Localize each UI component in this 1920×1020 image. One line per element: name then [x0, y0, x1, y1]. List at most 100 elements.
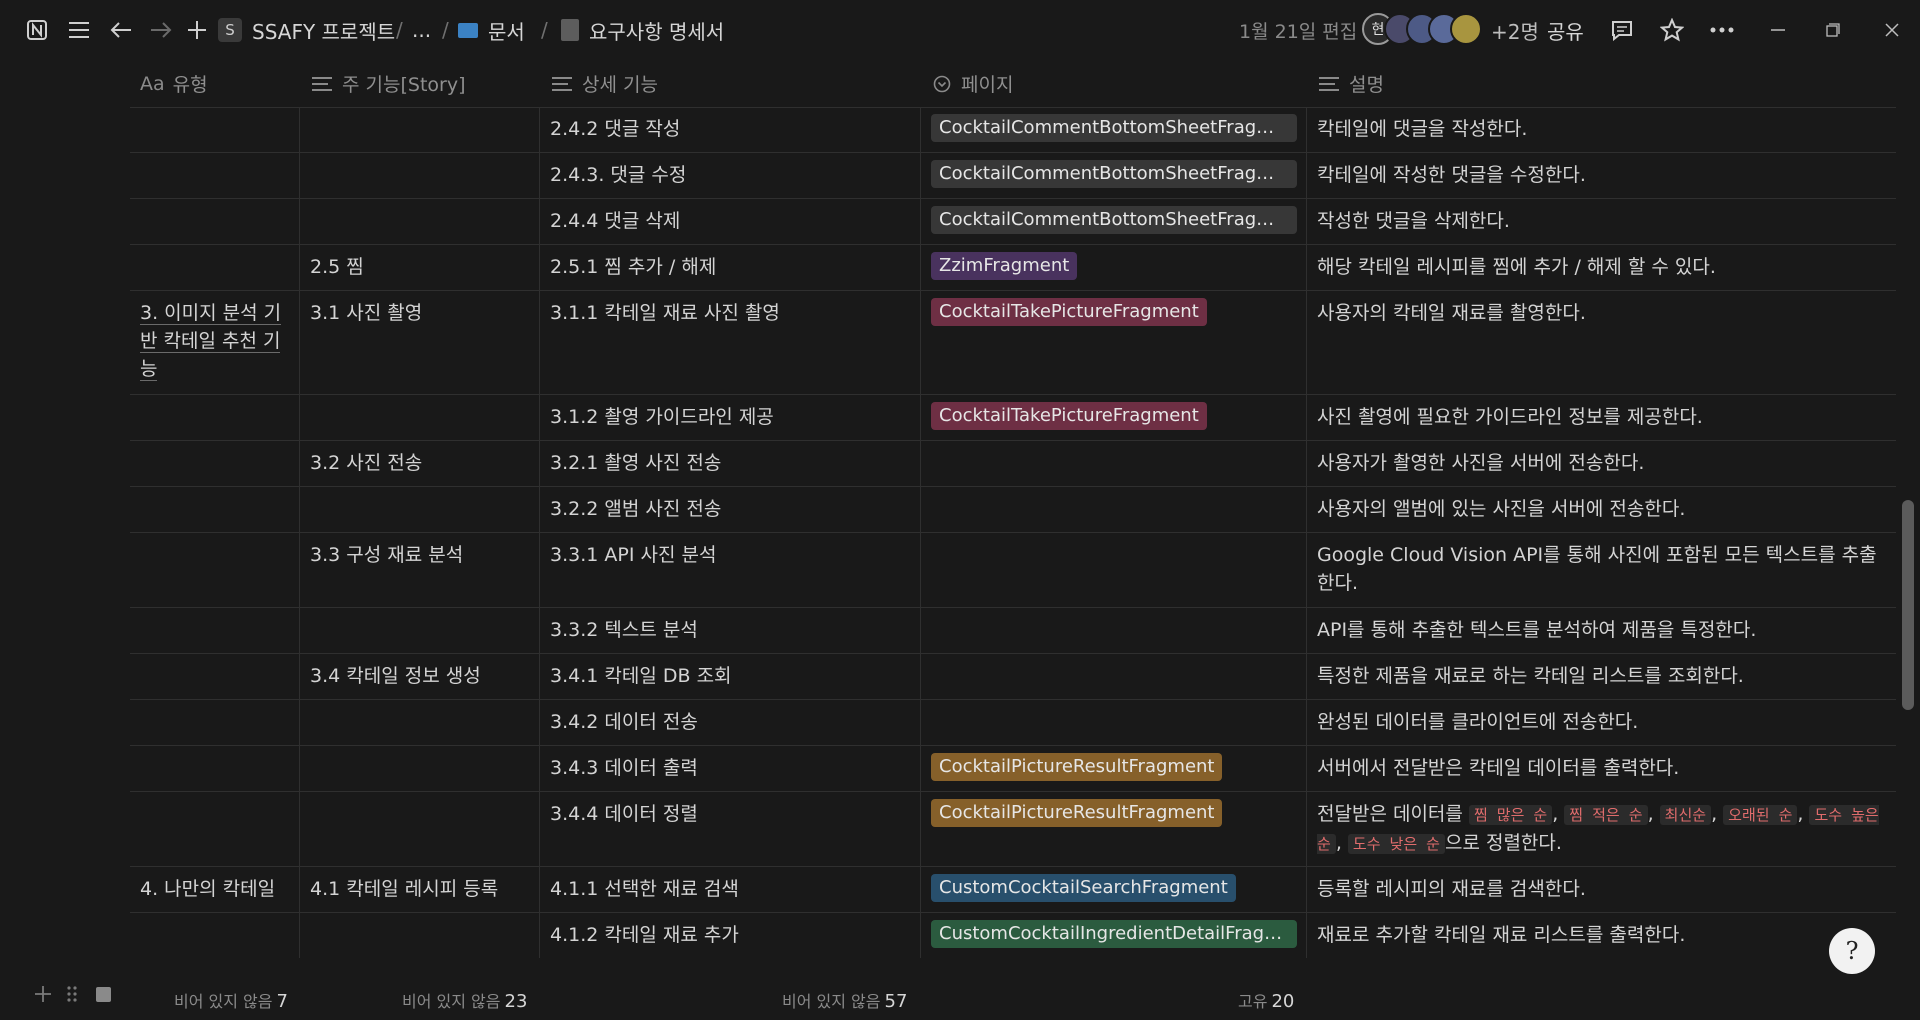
detail-feature-cell[interactable]: 2.4.4 댓글 삭제	[540, 199, 921, 244]
page-cell[interactable]: CustomCocktailSearchFragment	[921, 867, 1307, 912]
table-row[interactable]: 3. 이미지 분석 기반 칵테일 추천 기능 3.1 사진 촬영 3.1.1 칵…	[130, 291, 1896, 395]
table-row[interactable]: 3.3.2 텍스트 분석 API를 통해 추출한 텍스트를 분석하여 제품을 특…	[130, 608, 1896, 654]
description-cell[interactable]: 등록할 레시피의 재료를 검색한다.	[1307, 867, 1896, 912]
column-header-description[interactable]: 설명	[1319, 60, 1384, 107]
page-cell[interactable]: CocktailPictureResultFragment	[921, 792, 1307, 866]
description-cell[interactable]: 사진 촬영에 필요한 가이드라인 정보를 제공한다.	[1307, 395, 1896, 440]
plus-icon[interactable]	[182, 15, 212, 45]
detail-feature-cell[interactable]: 3.2.2 앨범 사진 전송	[540, 487, 921, 532]
type-cell[interactable]	[130, 654, 300, 699]
type-cell[interactable]	[130, 199, 300, 244]
table-row[interactable]: 2.4.4 댓글 삭제 CocktailCommentBottomSheetFr…	[130, 199, 1896, 245]
page-cell[interactable]: CustomCocktailIngredientDetailFragm...	[921, 913, 1307, 958]
page-cell[interactable]	[921, 608, 1307, 653]
column-header-type[interactable]: Aa 유형	[140, 60, 208, 107]
main-feature-cell[interactable]	[300, 199, 540, 244]
back-arrow-icon[interactable]	[106, 15, 136, 45]
calc-type[interactable]: 비어 있지 않음 7	[174, 988, 288, 1012]
help-button[interactable]: ?	[1829, 928, 1875, 974]
detail-feature-cell[interactable]: 2.4.3. 댓글 수정	[540, 153, 921, 198]
page-cell[interactable]: CocktailTakePictureFragment	[921, 395, 1307, 440]
detail-feature-cell[interactable]: 3.3.2 텍스트 분석	[540, 608, 921, 653]
main-feature-cell[interactable]: 3.2 사진 전송	[300, 441, 540, 486]
table-row[interactable]: 3.4.2 데이터 전송 완성된 데이터를 클라이언트에 전송한다.	[130, 700, 1896, 746]
detail-feature-cell[interactable]: 3.4.3 데이터 출력	[540, 746, 921, 791]
detail-feature-cell[interactable]: 2.4.2 댓글 작성	[540, 107, 921, 152]
minimize-icon[interactable]	[1763, 15, 1793, 45]
breadcrumb-ellipsis[interactable]: ...	[412, 16, 431, 44]
main-feature-cell[interactable]	[300, 700, 540, 745]
type-cell[interactable]	[130, 700, 300, 745]
row-checkbox[interactable]	[96, 987, 111, 1002]
type-cell[interactable]: 4. 나만의 칵테일	[130, 867, 300, 912]
type-cell[interactable]	[130, 395, 300, 440]
breadcrumb-page[interactable]: 요구사항 명세서	[561, 16, 724, 44]
close-icon[interactable]	[1877, 15, 1907, 45]
description-cell[interactable]: 사용자가 촬영한 사진을 서버에 전송한다.	[1307, 441, 1896, 486]
hamburger-menu-icon[interactable]	[64, 15, 94, 45]
table-row[interactable]: 3.3 구성 재료 분석 3.3.1 API 사진 분석 Google Clou…	[130, 533, 1896, 608]
type-cell[interactable]	[130, 245, 300, 290]
detail-feature-cell[interactable]: 3.4.1 칵테일 DB 조회	[540, 654, 921, 699]
detail-feature-cell[interactable]: 3.4.4 데이터 정렬	[540, 792, 921, 866]
page-cell[interactable]: CocktailCommentBottomSheetFragment	[921, 199, 1307, 244]
table-row[interactable]: 2.4.2 댓글 작성 CocktailCommentBottomSheetFr…	[130, 107, 1896, 153]
main-feature-cell[interactable]	[300, 746, 540, 791]
page-cell[interactable]	[921, 700, 1307, 745]
main-feature-cell[interactable]	[300, 153, 540, 198]
page-cell[interactable]: ZzimFragment	[921, 245, 1307, 290]
table-row[interactable]: 3.4 칵테일 정보 생성 3.4.1 칵테일 DB 조회 특정한 제품을 재료…	[130, 654, 1896, 700]
type-cell[interactable]	[130, 792, 300, 866]
description-cell[interactable]: 해당 칵테일 레시피를 찜에 추가 / 해제 할 수 있다.	[1307, 245, 1896, 290]
table-row[interactable]: 2.5 찜 2.5.1 찜 추가 / 해제 ZzimFragment 해당 칵테…	[130, 245, 1896, 291]
detail-feature-cell[interactable]: 3.2.1 촬영 사진 전송	[540, 441, 921, 486]
type-cell[interactable]	[130, 533, 300, 607]
breadcrumb-folder[interactable]: 문서	[458, 16, 525, 44]
more-icon[interactable]	[1707, 15, 1737, 45]
table-row[interactable]: 3.4.3 데이터 출력 CocktailPictureResultFragme…	[130, 746, 1896, 792]
column-header-main-feature[interactable]: 주 기능[Story]	[312, 60, 466, 107]
description-cell[interactable]: Google Cloud Vision API를 통해 사진에 포함된 모든 텍…	[1307, 533, 1896, 607]
table-row[interactable]: 4.1.2 칵테일 재료 추가 CustomCocktailIngredient…	[130, 913, 1896, 958]
detail-feature-cell[interactable]: 2.5.1 찜 추가 / 해제	[540, 245, 921, 290]
main-feature-cell[interactable]	[300, 913, 540, 958]
table-row[interactable]: 2.4.3. 댓글 수정 CocktailCommentBottomSheetF…	[130, 153, 1896, 199]
main-feature-cell[interactable]: 3.1 사진 촬영	[300, 291, 540, 394]
forward-arrow-icon[interactable]	[146, 15, 176, 45]
detail-feature-cell[interactable]: 3.4.2 데이터 전송	[540, 700, 921, 745]
type-cell[interactable]	[130, 608, 300, 653]
description-cell[interactable]: 사용자의 앨범에 있는 사진을 서버에 전송한다.	[1307, 487, 1896, 532]
page-cell[interactable]: CocktailCommentBottomSheetFragment	[921, 107, 1307, 152]
page-cell[interactable]: CocktailPictureResultFragment	[921, 746, 1307, 791]
detail-feature-cell[interactable]: 3.1.1 칵테일 재료 사진 촬영	[540, 291, 921, 394]
table-row[interactable]: 3.1.2 촬영 가이드라인 제공 CocktailTakePictureFra…	[130, 395, 1896, 441]
breadcrumb-workspace[interactable]: S SSAFY 프로젝트	[218, 16, 395, 44]
drag-handle-icon[interactable]	[66, 985, 78, 1007]
description-cell[interactable]: 완성된 데이터를 클라이언트에 전송한다.	[1307, 700, 1896, 745]
main-feature-cell[interactable]	[300, 487, 540, 532]
restore-icon[interactable]	[1818, 15, 1848, 45]
description-cell[interactable]: 재료로 추가할 칵테일 재료 리스트를 출력한다.	[1307, 913, 1896, 958]
table-row[interactable]: 3.4.4 데이터 정렬 CocktailPictureResultFragme…	[130, 792, 1896, 867]
comment-icon[interactable]	[1607, 15, 1637, 45]
description-cell[interactable]: 작성한 댓글을 삭제한다.	[1307, 199, 1896, 244]
page-cell[interactable]: CocktailTakePictureFragment	[921, 291, 1307, 394]
column-header-page[interactable]: 페이지	[933, 60, 1013, 107]
table-row[interactable]: 3.2.2 앨범 사진 전송 사용자의 앨범에 있는 사진을 서버에 전송한다.	[130, 487, 1896, 533]
type-cell[interactable]	[130, 441, 300, 486]
calc-detail-feature[interactable]: 비어 있지 않음 57	[782, 988, 907, 1012]
main-feature-cell[interactable]	[300, 608, 540, 653]
share-button[interactable]: 공유	[1547, 16, 1584, 44]
main-feature-cell[interactable]	[300, 792, 540, 866]
avatar[interactable]	[1450, 13, 1482, 45]
type-cell[interactable]	[130, 153, 300, 198]
page-cell[interactable]: CocktailCommentBottomSheetFragment	[921, 153, 1307, 198]
calc-page[interactable]: 고유 20	[1238, 988, 1294, 1012]
extra-members-count[interactable]: +2명	[1491, 16, 1539, 44]
detail-feature-cell[interactable]: 3.1.2 촬영 가이드라인 제공	[540, 395, 921, 440]
description-cell[interactable]: 칵테일에 댓글을 작성한다.	[1307, 107, 1896, 152]
description-cell[interactable]: 사용자의 칵테일 재료를 촬영한다.	[1307, 291, 1896, 394]
type-cell[interactable]	[130, 107, 300, 152]
description-cell[interactable]: 서버에서 전달받은 칵테일 데이터를 출력한다.	[1307, 746, 1896, 791]
main-feature-cell[interactable]: 3.4 칵테일 정보 생성	[300, 654, 540, 699]
